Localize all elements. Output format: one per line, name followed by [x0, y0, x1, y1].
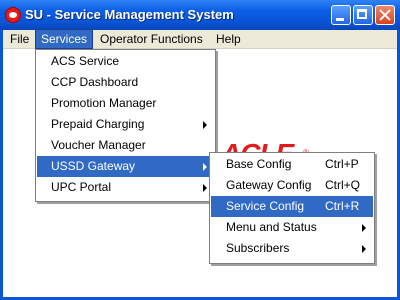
menu-item-ussd-gateway[interactable]: USSD Gateway: [37, 156, 214, 177]
oracle-icon[interactable]: [5, 7, 21, 23]
menu-item-gateway-config[interactable]: Gateway Config Ctrl+Q: [211, 175, 373, 196]
ussd-gateway-submenu: Base Config Ctrl+P Gateway Config Ctrl+Q…: [209, 152, 375, 264]
menu-item-promotion-manager[interactable]: Promotion Manager: [37, 93, 214, 114]
menu-services[interactable]: Services: [34, 29, 94, 49]
menu-item-shortcut: Ctrl+R: [325, 199, 360, 213]
menu-item-service-config[interactable]: Service Config Ctrl+R: [211, 196, 373, 217]
menu-item-label: USSD Gateway: [51, 159, 136, 173]
menu-item-label: Voucher Manager: [51, 138, 146, 152]
submenu-arrow-icon: [203, 163, 207, 171]
menu-item-acs-service[interactable]: ACS Service: [37, 51, 214, 72]
menu-item-subscribers[interactable]: Subscribers: [211, 238, 373, 259]
menu-bar: File Services Operator Functions Help: [3, 29, 397, 49]
menu-item-menu-and-status[interactable]: Menu and Status: [211, 217, 373, 238]
menu-item-label: CCP Dashboard: [51, 75, 139, 89]
menu-item-label: Menu and Status: [226, 220, 317, 234]
submenu-arrow-icon: [362, 245, 366, 253]
menu-item-base-config[interactable]: Base Config Ctrl+P: [211, 154, 373, 175]
close-button[interactable]: [375, 5, 395, 25]
submenu-arrow-icon: [362, 224, 366, 232]
menu-item-prepaid-charging[interactable]: Prepaid Charging: [37, 114, 214, 135]
menu-item-label: UPC Portal: [51, 180, 112, 194]
minimize-button[interactable]: [331, 5, 351, 25]
menu-item-label: Gateway Config: [226, 178, 312, 192]
menu-item-label: Service Config: [226, 199, 305, 213]
client-area: File Services Operator Functions Help AC…: [3, 29, 397, 297]
submenu-arrow-icon: [203, 121, 207, 129]
menu-item-label: Subscribers: [226, 241, 290, 255]
menu-operator-functions[interactable]: Operator Functions: [95, 30, 208, 48]
submenu-arrow-icon: [203, 184, 207, 192]
menu-item-upc-portal[interactable]: UPC Portal: [37, 177, 214, 198]
menu-item-shortcut: Ctrl+P: [325, 157, 359, 171]
menu-item-label: Prepaid Charging: [51, 117, 145, 131]
maximize-button[interactable]: [353, 5, 373, 25]
services-menu: ACS Service CCP Dashboard Promotion Mana…: [35, 49, 216, 202]
menu-item-shortcut: Ctrl+Q: [325, 178, 361, 192]
menu-item-voucher-manager[interactable]: Voucher Manager: [37, 135, 214, 156]
window-title: SU - Service Management System: [25, 7, 234, 22]
app-window: SU - Service Management System File Serv…: [0, 0, 400, 300]
title-bar[interactable]: SU - Service Management System: [0, 0, 400, 30]
menu-help[interactable]: Help: [211, 30, 246, 48]
menu-item-label: Promotion Manager: [51, 96, 157, 110]
menu-item-ccp-dashboard[interactable]: CCP Dashboard: [37, 72, 214, 93]
menu-item-label: Base Config: [226, 157, 292, 171]
menu-item-label: ACS Service: [51, 54, 120, 68]
menu-file[interactable]: File: [5, 30, 34, 48]
